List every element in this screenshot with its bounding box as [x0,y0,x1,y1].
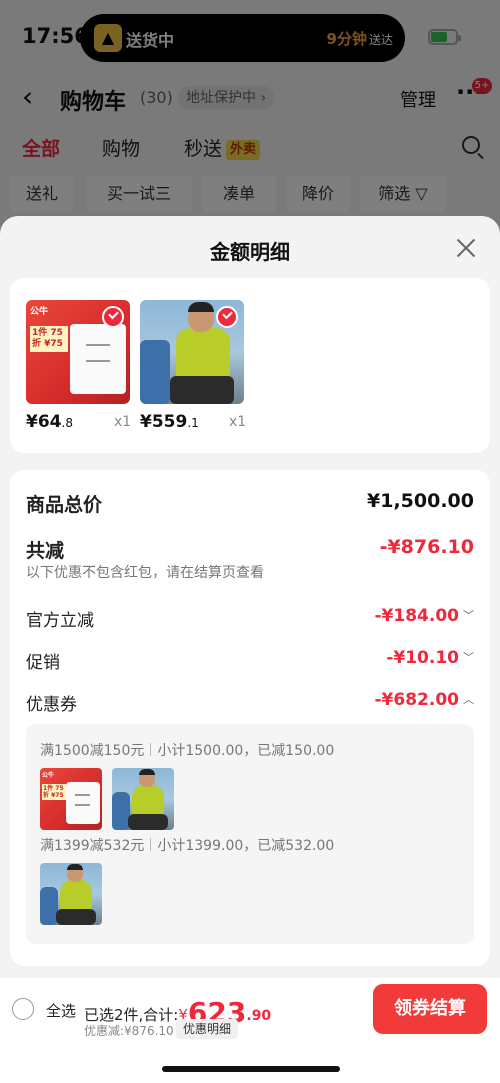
official-label: 官方立减 [26,611,94,631]
socket-photo-detail [66,782,100,824]
discount-detail-button[interactable]: 优惠明细 [176,1019,239,1039]
jacket-photo-detail [67,864,83,870]
checkout-bar: 全选 已选2件,合计:¥623.90 优惠减:¥876.10 优惠明细 领券结算 [0,978,500,1083]
promotion-row[interactable]: 促销 -¥10.10 ﹀ [26,648,474,674]
jacket-photo-detail [56,909,96,925]
promo-label: 促销 [26,653,60,673]
coupon-detail-box: 满1500减150元 小计1500.00，已减150.00 公牛 1件 75折 ¥… [26,724,474,944]
total-label: 商品总价 [26,494,103,516]
chevron-down-icon: ﹀ [463,609,474,622]
select-all-radio[interactable] [12,998,34,1020]
reduce-row: 共减 -¥876.10 以下优惠不包含红包，请在结算页查看 [26,536,474,586]
total-value: ¥1,500.00 [367,490,474,512]
jacket-photo-detail [170,376,234,404]
jacket-photo-detail [128,814,168,830]
socket-promo-text: 1件 75折 ¥75 [42,784,66,800]
discount-summary: 优惠减:¥876.10 [84,1024,174,1038]
coupon-product-thumb [40,863,102,925]
product-price: ¥559.1 [140,412,199,432]
reduce-value: -¥876.10 [379,536,474,558]
select-all-label[interactable]: 全选 [46,1000,76,1021]
coupon-label: 优惠券 [26,695,77,715]
coupon-product-thumb [112,768,174,830]
coupon-line: 满1500减150元 小计1500.00，已减150.00 [40,743,335,759]
promo-value: -¥10.10 ﹀ [386,648,474,668]
socket-panel-image [70,324,126,394]
chevron-down-icon: ﹀ [463,651,474,664]
jacket-photo-detail [139,769,155,775]
socket-brand-text: 公牛 [30,307,49,317]
checkout-button[interactable]: 领券结算 [373,984,487,1034]
chevron-up-icon: ︿ [463,693,474,706]
official-value: -¥184.00 ﹀ [374,606,475,626]
product-image-socket[interactable]: 公牛 1件 75折 ¥75 [26,300,130,404]
jacket-photo-detail [140,340,170,404]
checked-icon[interactable] [102,306,124,328]
reduce-note: 以下优惠不包含红包，请在结算页查看 [26,565,264,581]
product-qty: x1 [114,414,132,430]
home-indicator[interactable] [162,1066,340,1072]
total-row: 商品总价 ¥1,500.00 [26,490,474,520]
product-price: ¥64.8 [26,412,73,432]
official-discount-row[interactable]: 官方立减 -¥184.00 ﹀ [26,606,474,632]
sheet-title: 金额明细 [210,240,290,264]
selected-products-card: 公牛 1件 75折 ¥75 ¥64.8 x1 ¥559.1 x1 [10,278,490,453]
coupon-row[interactable]: 优惠券 -¥682.00 ︿ [26,690,474,716]
socket-promo-text: 1件 75折 ¥75 [30,326,68,352]
coupon-value: -¥682.00 ︿ [374,690,475,710]
product-image-jacket[interactable] [140,300,244,404]
coupon-line: 满1399减532元 小计1399.00，已减532.00 [40,838,335,854]
close-icon[interactable] [452,234,480,262]
amount-detail-sheet: 金额明细 公牛 1件 75折 ¥75 ¥64.8 x1 ¥559.1 x1 商品… [0,216,500,1083]
reduce-label: 共减 [26,540,65,562]
coupon-product-thumb: 公牛 1件 75折 ¥75 [40,768,102,830]
price-breakdown-card: 商品总价 ¥1,500.00 共减 -¥876.10 以下优惠不包含红包，请在结… [10,470,490,966]
socket-brand-text: 公牛 [42,772,55,779]
product-qty: x1 [229,414,247,430]
jacket-photo-detail [188,302,214,312]
checked-icon[interactable] [216,306,238,328]
